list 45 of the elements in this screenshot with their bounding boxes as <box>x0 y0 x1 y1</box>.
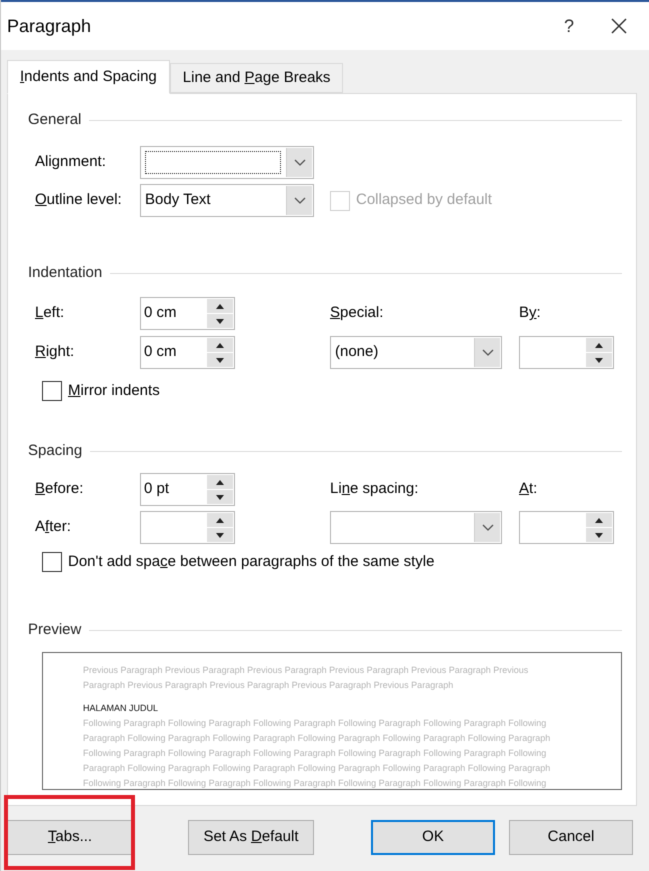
dropdown[interactable] <box>140 146 314 179</box>
preview-text: Paragraph Following Paragraph Following Paragraph Following Paragraph Following Paragraph Following Paragraph <box>83 762 552 775</box>
field-label: Alignment: <box>35 152 106 172</box>
preview-text: Previous Paragraph Previous Paragraph Previous Paragraph Previous Paragraph Previous Paragraph Previous <box>83 664 530 677</box>
dialog-button[interactable]: Set As Default <box>188 820 314 854</box>
section-heading: Indentation <box>28 262 102 283</box>
preview-text: Paragraph Previous Paragraph Previous Paragraph Previous Paragraph Previous Paragraph <box>83 679 454 692</box>
tab[interactable]: Indents and Spacing <box>7 60 170 94</box>
preview-text: Following Paragraph Following Paragraph Following Paragraph Following Paragraph Following Paragraph Following <box>83 777 548 790</box>
field-label: Right: <box>35 342 74 362</box>
preview-text: HALAMAN JUDUL <box>83 702 160 715</box>
spinner-field[interactable]: 0 pt <box>140 473 235 506</box>
field-label: By: <box>519 303 541 324</box>
field-label: Collapsed by default <box>356 190 492 210</box>
section-heading: Spacing <box>28 440 82 461</box>
help-button[interactable]: ? <box>549 12 589 40</box>
spinner-field[interactable] <box>519 336 614 369</box>
field-label: Outline level: <box>35 190 122 210</box>
spinner-field[interactable]: 0 cm <box>140 336 235 369</box>
checkbox[interactable] <box>42 381 62 401</box>
preview-text: Following Paragraph Following Paragraph Following Paragraph Following Paragraph Following Paragraph Following <box>83 747 548 760</box>
field-label: Before: <box>35 479 84 500</box>
preview-text: Paragraph Following Paragraph Following Paragraph Following Paragraph Following Paragraph Following Paragraph <box>83 732 552 745</box>
tab[interactable]: Line and Page Breaks <box>170 63 344 93</box>
dropdown[interactable]: Body Text <box>140 184 314 217</box>
field-label: At: <box>519 479 538 500</box>
field-label: Don't add space between paragraphs of the same style <box>68 552 434 572</box>
dialog-button[interactable]: Cancel <box>509 820 633 854</box>
dropdown[interactable]: (none) <box>330 336 502 369</box>
field-label: Mirror indents <box>68 380 160 401</box>
section-heading: Preview <box>28 620 82 640</box>
field-label: Special: <box>330 303 384 324</box>
checkbox[interactable] <box>42 552 62 572</box>
dialog-button[interactable]: Tabs... <box>7 820 133 854</box>
close-icon[interactable] <box>609 16 629 36</box>
spinner-field[interactable] <box>519 511 614 544</box>
spinner-field[interactable] <box>140 511 235 544</box>
window-title: Paragraph <box>7 14 92 38</box>
field-label: Left: <box>35 303 64 324</box>
dialog-button[interactable]: OK <box>371 820 495 854</box>
section-heading: General <box>28 110 82 130</box>
field-label: After: <box>35 517 71 538</box>
spinner-field[interactable]: 0 cm <box>140 297 235 330</box>
preview-text: Following Paragraph Following Paragraph Following Paragraph Following Paragraph Following Paragraph Following <box>83 717 548 730</box>
field-label: Line spacing: <box>330 479 418 500</box>
